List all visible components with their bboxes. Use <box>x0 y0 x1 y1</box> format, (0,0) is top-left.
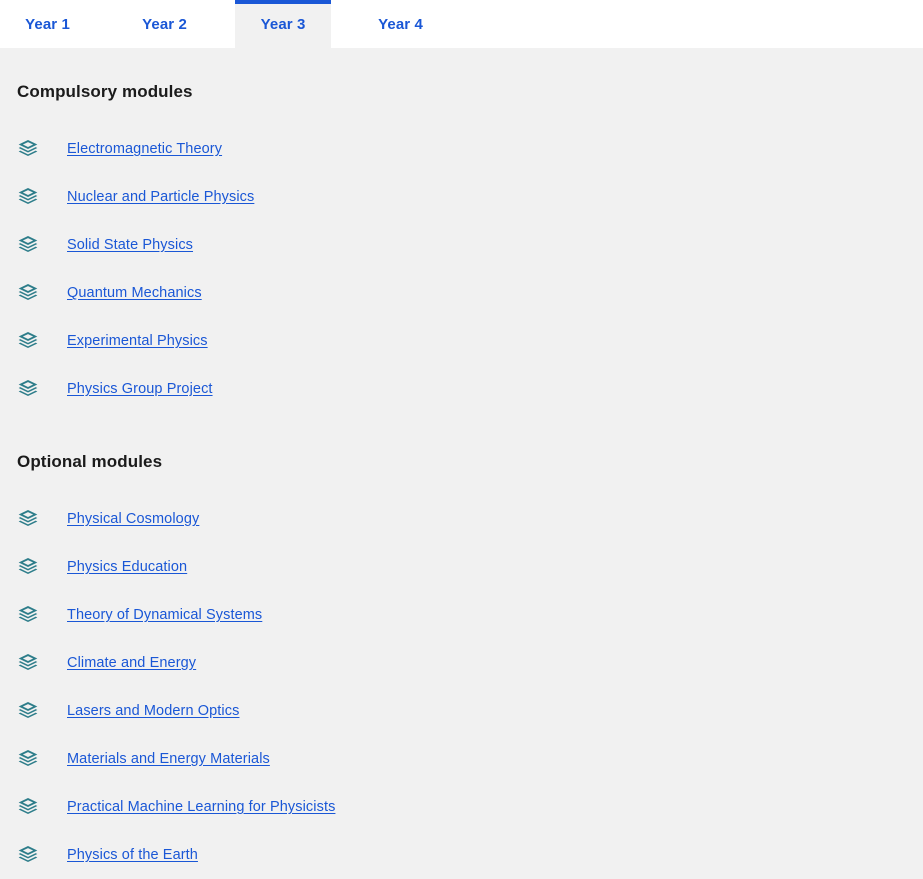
layers-icon <box>17 844 39 866</box>
tab-year-2[interactable]: Year 2 <box>117 0 212 48</box>
module-link[interactable]: Solid State Physics <box>67 237 193 253</box>
module-list-item[interactable]: Nuclear and Particle Physics <box>0 173 923 221</box>
module-list-item[interactable]: Practical Machine Learning for Physicist… <box>0 783 923 831</box>
layers-icon <box>17 282 39 304</box>
layers-icon <box>17 604 39 626</box>
layers-icon <box>17 748 39 770</box>
layers-icon <box>17 138 39 160</box>
module-link[interactable]: Climate and Energy <box>67 655 196 671</box>
optional-modules-list: Physical Cosmology Physics Education Theor… <box>0 495 923 879</box>
layers-icon <box>17 508 39 530</box>
module-link[interactable]: Nuclear and Particle Physics <box>67 189 254 205</box>
tab-year-3[interactable]: Year 3 <box>235 0 331 48</box>
compulsory-modules-heading: Compulsory modules <box>17 82 193 101</box>
tab-year-2-label: Year 2 <box>142 15 187 33</box>
module-list-item[interactable]: Climate and Energy <box>0 639 923 687</box>
compulsory-modules-section: Compulsory modules Electromagnetic Theor… <box>0 48 923 413</box>
module-link[interactable]: Electromagnetic Theory <box>67 141 222 157</box>
tab-year-4[interactable]: Year 4 <box>353 0 448 48</box>
layers-icon <box>17 330 39 352</box>
compulsory-modules-list: Electromagnetic Theory Nuclear and Partic… <box>0 125 923 413</box>
layers-icon <box>17 700 39 722</box>
module-link[interactable]: Theory of Dynamical Systems <box>67 607 262 623</box>
optional-modules-section: Optional modules Physical Cosmology Physi… <box>0 413 923 879</box>
layers-icon <box>17 556 39 578</box>
module-list-item[interactable]: Electromagnetic Theory <box>0 125 923 173</box>
year-3-panel: Compulsory modules Electromagnetic Theor… <box>0 48 923 863</box>
year-tabs: Year 1 Year 2 Year 3 Year 4 <box>0 0 923 48</box>
module-link[interactable]: Physics Group Project <box>67 381 213 397</box>
module-list-item[interactable]: Experimental Physics <box>0 317 923 365</box>
module-link[interactable]: Quantum Mechanics <box>67 285 202 301</box>
module-link[interactable]: Practical Machine Learning for Physicist… <box>67 799 335 815</box>
module-list-item[interactable]: Quantum Mechanics <box>0 269 923 317</box>
module-list-item[interactable]: Physics Group Project <box>0 365 923 413</box>
module-link[interactable]: Physics Education <box>67 559 187 575</box>
module-link[interactable]: Lasers and Modern Optics <box>67 703 239 719</box>
layers-icon <box>17 796 39 818</box>
layers-icon <box>17 186 39 208</box>
layers-icon <box>17 652 39 674</box>
layers-icon <box>17 378 39 400</box>
module-list-item[interactable]: Lasers and Modern Optics <box>0 687 923 735</box>
module-list-item[interactable]: Physics of the Earth <box>0 831 923 879</box>
module-list-item[interactable]: Physical Cosmology <box>0 495 923 543</box>
tab-year-3-label: Year 3 <box>260 15 306 33</box>
layers-icon <box>17 234 39 256</box>
module-list-item[interactable]: Solid State Physics <box>0 221 923 269</box>
module-list-item[interactable]: Physics Education <box>0 543 923 591</box>
module-list-item[interactable]: Materials and Energy Materials <box>0 735 923 783</box>
module-link[interactable]: Materials and Energy Materials <box>67 751 270 767</box>
tab-year-4-label: Year 4 <box>378 15 423 33</box>
optional-modules-heading: Optional modules <box>17 452 163 471</box>
module-link[interactable]: Experimental Physics <box>67 333 208 349</box>
tab-year-1[interactable]: Year 1 <box>0 0 95 48</box>
tab-year-1-label: Year 1 <box>25 15 70 33</box>
module-link[interactable]: Physical Cosmology <box>67 511 199 527</box>
module-list-item[interactable]: Theory of Dynamical Systems <box>0 591 923 639</box>
